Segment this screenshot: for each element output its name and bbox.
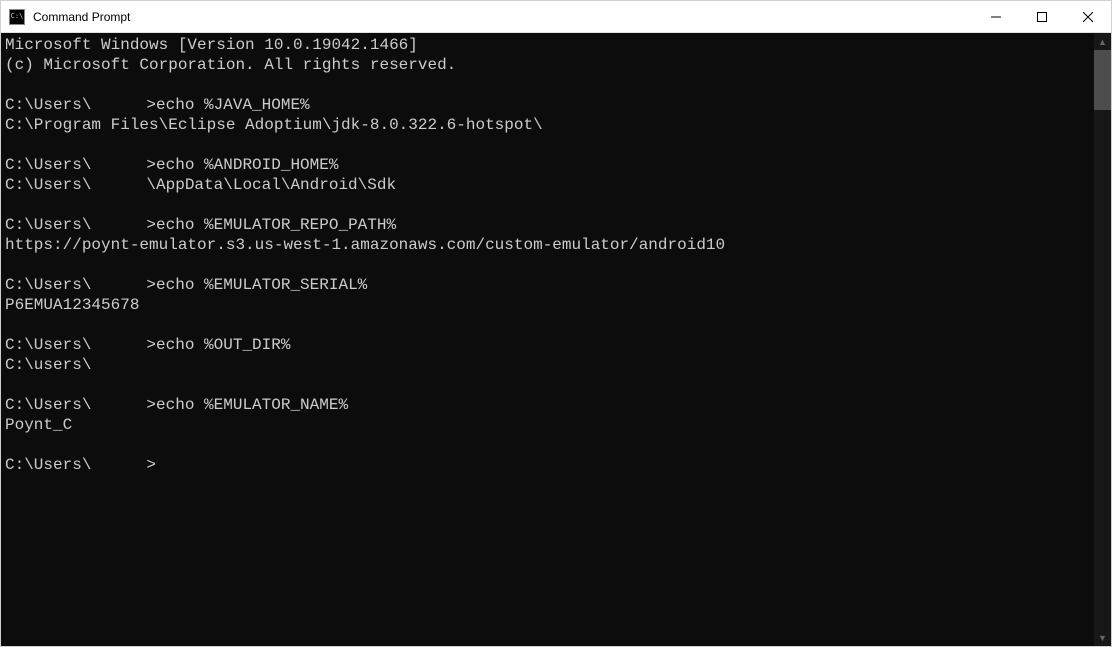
blank-line <box>5 315 1090 335</box>
app-icon-glyph: C:\ <box>11 13 24 20</box>
prompt-suffix: > <box>146 96 156 114</box>
command-line: C:\Users\ >echo %EMULATOR_SERIAL% <box>5 275 1090 295</box>
prompt-path-prefix: C:\Users\ <box>5 336 91 354</box>
command-line: C:\Users\ >echo %EMULATOR_NAME% <box>5 395 1090 415</box>
command-line: C:\Users\ >echo %EMULATOR_REPO_PATH% <box>5 215 1090 235</box>
redacted-username <box>91 217 146 231</box>
prompt-path-prefix: C:\Users\ <box>5 216 91 234</box>
command-line: C:\Users\ >echo %ANDROID_HOME% <box>5 155 1090 175</box>
command-text: echo %ANDROID_HOME% <box>156 156 338 174</box>
scrollbar-thumb[interactable] <box>1094 50 1111 110</box>
prompt-suffix: > <box>146 336 156 354</box>
prompt-path-prefix: C:\Users\ <box>5 396 91 414</box>
blank-line <box>5 255 1090 275</box>
blank-line <box>5 375 1090 395</box>
maximize-icon <box>1037 12 1047 22</box>
redacted-username <box>91 457 146 471</box>
blank-line <box>5 435 1090 455</box>
output-line: C:\users\ <box>5 355 1090 375</box>
command-line: C:\Users\ >echo %OUT_DIR% <box>5 335 1090 355</box>
command-text: echo %EMULATOR_SERIAL% <box>156 276 367 294</box>
blank-line <box>5 75 1090 95</box>
app-icon: C:\ <box>9 9 25 25</box>
command-text: echo %JAVA_HOME% <box>156 96 310 114</box>
vertical-scrollbar[interactable]: ▲ ▼ <box>1094 33 1111 646</box>
blank-line <box>5 135 1090 155</box>
output-line: https://poynt-emulator.s3.us-west-1.amaz… <box>5 235 1090 255</box>
window-titlebar: C:\ Command Prompt <box>1 1 1111 33</box>
redacted-username <box>91 357 146 371</box>
output-line: C:\Program Files\Eclipse Adoptium\jdk-8.… <box>5 115 1090 135</box>
command-text: echo %EMULATOR_NAME% <box>156 396 348 414</box>
window-title: Command Prompt <box>33 10 130 24</box>
redacted-username <box>91 157 146 171</box>
blank-line <box>5 195 1090 215</box>
command-text: echo %OUT_DIR% <box>156 336 290 354</box>
command-text: echo %EMULATOR_REPO_PATH% <box>156 216 396 234</box>
redacted-username <box>91 97 146 111</box>
output-line: Poynt_C <box>5 415 1090 435</box>
prompt-path-prefix: C:\Users\ <box>5 456 91 474</box>
redacted-username <box>91 277 146 291</box>
prompt-path-prefix: C:\Users\ <box>5 96 91 114</box>
minimize-button[interactable] <box>973 1 1019 32</box>
output-suffix: \AppData\Local\Android\Sdk <box>146 176 396 194</box>
prompt-suffix: > <box>146 456 156 474</box>
current-prompt-line: C:\Users\ > <box>5 455 1090 475</box>
maximize-button[interactable] <box>1019 1 1065 32</box>
prompt-suffix: > <box>146 216 156 234</box>
close-button[interactable] <box>1065 1 1111 32</box>
redacted-username <box>91 397 146 411</box>
output-prefix: C:\users\ <box>5 356 91 374</box>
scroll-down-arrow-icon[interactable]: ▼ <box>1094 629 1111 646</box>
output-line: C:\Users\ \AppData\Local\Android\Sdk <box>5 175 1090 195</box>
close-icon <box>1083 12 1093 22</box>
minimize-icon <box>991 12 1001 22</box>
redacted-username <box>91 177 146 191</box>
scroll-up-arrow-icon[interactable]: ▲ <box>1094 33 1111 50</box>
prompt-suffix: > <box>146 276 156 294</box>
output-line: P6EMUA12345678 <box>5 295 1090 315</box>
prompt-path-prefix: C:\Users\ <box>5 276 91 294</box>
redacted-username <box>91 337 146 351</box>
header-line-1: Microsoft Windows [Version 10.0.19042.14… <box>5 35 1090 55</box>
terminal-output[interactable]: Microsoft Windows [Version 10.0.19042.14… <box>1 33 1094 646</box>
prompt-suffix: > <box>146 396 156 414</box>
prompt-suffix: > <box>146 156 156 174</box>
terminal-container: Microsoft Windows [Version 10.0.19042.14… <box>1 33 1111 646</box>
command-line: C:\Users\ >echo %JAVA_HOME% <box>5 95 1090 115</box>
output-prefix: C:\Users\ <box>5 176 91 194</box>
window-controls <box>973 1 1111 32</box>
prompt-path-prefix: C:\Users\ <box>5 156 91 174</box>
header-line-2: (c) Microsoft Corporation. All rights re… <box>5 55 1090 75</box>
